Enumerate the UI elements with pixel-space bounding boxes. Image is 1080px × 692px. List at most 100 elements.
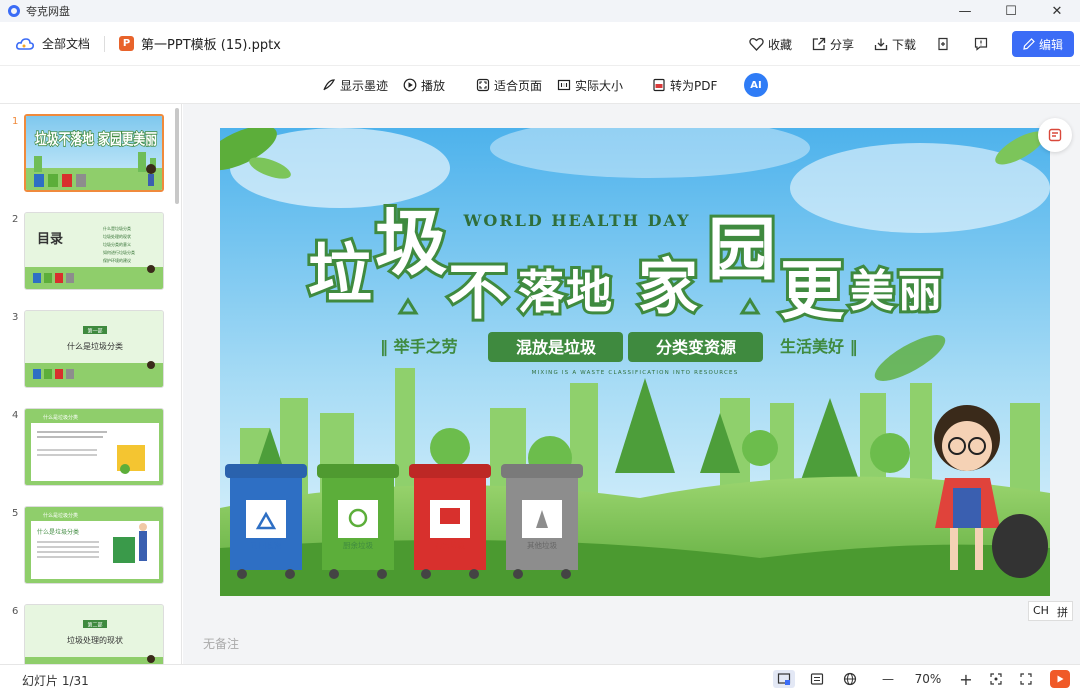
comment-button[interactable]	[974, 37, 992, 51]
title-char: 园	[708, 211, 776, 290]
share-icon	[812, 37, 826, 51]
save-icon	[938, 37, 948, 51]
thumbnail-slide-4[interactable]: 什么是垃圾分类	[24, 408, 164, 486]
fullscreen-button[interactable]	[1015, 670, 1037, 688]
heart-icon	[749, 37, 764, 51]
title-char: 更	[780, 255, 845, 329]
fit-page-button[interactable]: 适合页面	[476, 66, 542, 104]
edit-button[interactable]: 编辑	[1012, 31, 1074, 57]
download-icon	[874, 38, 888, 51]
notes-icon	[1048, 128, 1062, 142]
outline-view-button[interactable]	[806, 670, 828, 688]
app-title: 夸克网盘	[26, 5, 70, 18]
play-button[interactable]: 播放	[403, 66, 445, 104]
title-char: 丽	[898, 266, 942, 317]
thumbnail-item[interactable]: 6 第二部 垃圾处理的现状	[0, 604, 181, 664]
view-toolbar: 显示墨迹 播放 适合页面 实际大小 转为PDF AI	[0, 66, 1080, 104]
notes-text: 无备注	[203, 637, 240, 651]
pdf-icon	[653, 78, 665, 92]
notes-panel-button[interactable]	[1038, 118, 1072, 152]
thumbnail-slide-6[interactable]: 第二部 垃圾处理的现状	[24, 604, 164, 664]
thumbnail-title: 什么是垃圾分类	[43, 512, 78, 519]
part-tag: 第二部	[87, 622, 102, 629]
fit-page-label: 适合页面	[494, 78, 543, 93]
file-name: 第一PPT模板 (15).pptx	[141, 38, 281, 53]
slideshow-play-button[interactable]	[1050, 670, 1070, 688]
title-char: 美	[850, 266, 894, 317]
toc-item: 垃圾分类的意义	[103, 241, 131, 247]
fit-window-button[interactable]	[985, 670, 1007, 688]
slide-tagline: MIXING IS A WASTE CLASSIFICATION INTO RE…	[532, 370, 739, 376]
title-char: 家	[638, 253, 698, 323]
play-icon	[1057, 675, 1064, 683]
thumbnail-slide-3[interactable]: 第一部 什么是垃圾分类	[24, 310, 164, 388]
ink-icon	[323, 79, 336, 91]
title-char: 垃	[308, 238, 372, 312]
fit-page-icon	[476, 78, 490, 92]
zoom-in-button[interactable]: +	[954, 670, 978, 689]
title-bar: 夸克网盘 — ☐ ✕	[0, 0, 1080, 22]
globe-icon	[843, 672, 857, 686]
thumbnail-slide-1[interactable]: 垃圾不落地 家园更美丽	[24, 114, 164, 192]
save-to-drive-button[interactable]	[936, 37, 954, 51]
edit-label: 编辑	[1038, 37, 1063, 52]
web-view-button[interactable]	[839, 670, 861, 688]
title-char: 落	[518, 265, 565, 319]
actual-size-button[interactable]: 实际大小	[557, 66, 623, 104]
show-ink-label: 显示墨迹	[340, 78, 389, 93]
share-label: 分享	[829, 37, 854, 52]
thumbnail-number: 5	[12, 508, 19, 519]
slogan-left: ‖ 举手之劳	[380, 337, 458, 357]
maximize-button[interactable]: ☐	[988, 0, 1034, 22]
trash-bin-other: 其他垃圾	[501, 464, 583, 579]
thumbnail-number: 3	[12, 312, 19, 323]
favorite-button[interactable]: 收藏	[749, 36, 792, 53]
play-icon	[403, 78, 417, 92]
show-ink-button[interactable]: 显示墨迹	[322, 66, 388, 104]
actual-size-icon	[557, 79, 571, 91]
share-button[interactable]: 分享	[812, 36, 854, 53]
ime-mode: 拼	[1056, 606, 1068, 619]
fullscreen-icon	[1020, 673, 1032, 685]
thumbnail-item[interactable]: 3 第一部 什么是垃圾分类	[0, 310, 181, 394]
actual-size-label: 实际大小	[575, 78, 624, 93]
convert-pdf-button[interactable]: 转为PDF	[652, 66, 717, 104]
normal-view-button[interactable]	[773, 670, 795, 688]
thumbnail-title: 什么是垃圾分类	[67, 341, 123, 351]
bin-label: 其他垃圾	[527, 540, 557, 550]
thumbnail-title: 垃圾处理的现状	[67, 635, 123, 645]
status-bar: 幻灯片 1/31 — 70% +	[0, 664, 1080, 692]
download-label: 下载	[891, 37, 916, 52]
ppt-file-icon: P	[119, 36, 135, 51]
thumbnail-slide-2[interactable]: 目录 什么是垃圾分类 垃圾处理的现状 垃圾分类的意义 如何进行垃圾分类 保护环境…	[24, 212, 164, 290]
thumbnail-heading: 什么是垃圾分类	[37, 528, 79, 536]
slide-thumbnail-sidebar: 1 垃圾不落地 家园更美丽 2 目录 什么是垃圾分类 垃圾处理的现状 垃圾分类的…	[0, 104, 182, 664]
thumbnail-item[interactable]: 1 垃圾不落地 家园更美丽	[0, 114, 181, 198]
quark-logo-icon	[8, 5, 20, 17]
ai-assistant-button[interactable]: AI	[744, 73, 768, 97]
title-char: 圾	[375, 201, 447, 285]
slogan-mid1: 混放是垃圾	[516, 338, 597, 357]
title-char: 地	[566, 265, 612, 319]
thumbnail-item[interactable]: 2 目录 什么是垃圾分类 垃圾处理的现状 垃圾分类的意义 如何进行垃圾分类 保护…	[0, 212, 181, 296]
thumbnail-title: 什么是垃圾分类	[43, 414, 78, 421]
bin-label: 厨余垃圾	[343, 540, 373, 550]
thumbnail-item[interactable]: 4 什么是垃圾分类	[0, 408, 181, 492]
zoom-out-button[interactable]: —	[876, 670, 900, 688]
close-button[interactable]: ✕	[1034, 0, 1080, 22]
trash-bin-hazardous: 有害垃圾	[409, 464, 491, 579]
thumbnail-slide-5[interactable]: 什么是垃圾分类 什么是垃圾分类	[24, 506, 164, 584]
ime-indicator[interactable]: CH 拼	[1028, 601, 1073, 621]
ime-lang: CH	[1033, 604, 1049, 617]
zoom-level[interactable]: 70%	[908, 670, 948, 688]
fit-window-icon	[990, 673, 1002, 685]
bin-label: 可回收物	[251, 540, 281, 550]
minimize-button[interactable]: —	[942, 0, 988, 22]
breadcrumb-all-docs[interactable]: 全部文档	[42, 35, 90, 52]
normal-view-icon	[777, 673, 791, 685]
download-button[interactable]: 下载	[874, 36, 916, 53]
slide-preview: WORLD HEALTH DAY 垃 圾 不 落 地 家 园 更 美 丽 ‖ 举…	[220, 128, 1050, 596]
thumbnail-number: 6	[12, 606, 19, 617]
thumbnail-item[interactable]: 5 什么是垃圾分类 什么是垃圾分类	[0, 506, 181, 590]
play-label: 播放	[421, 78, 446, 93]
